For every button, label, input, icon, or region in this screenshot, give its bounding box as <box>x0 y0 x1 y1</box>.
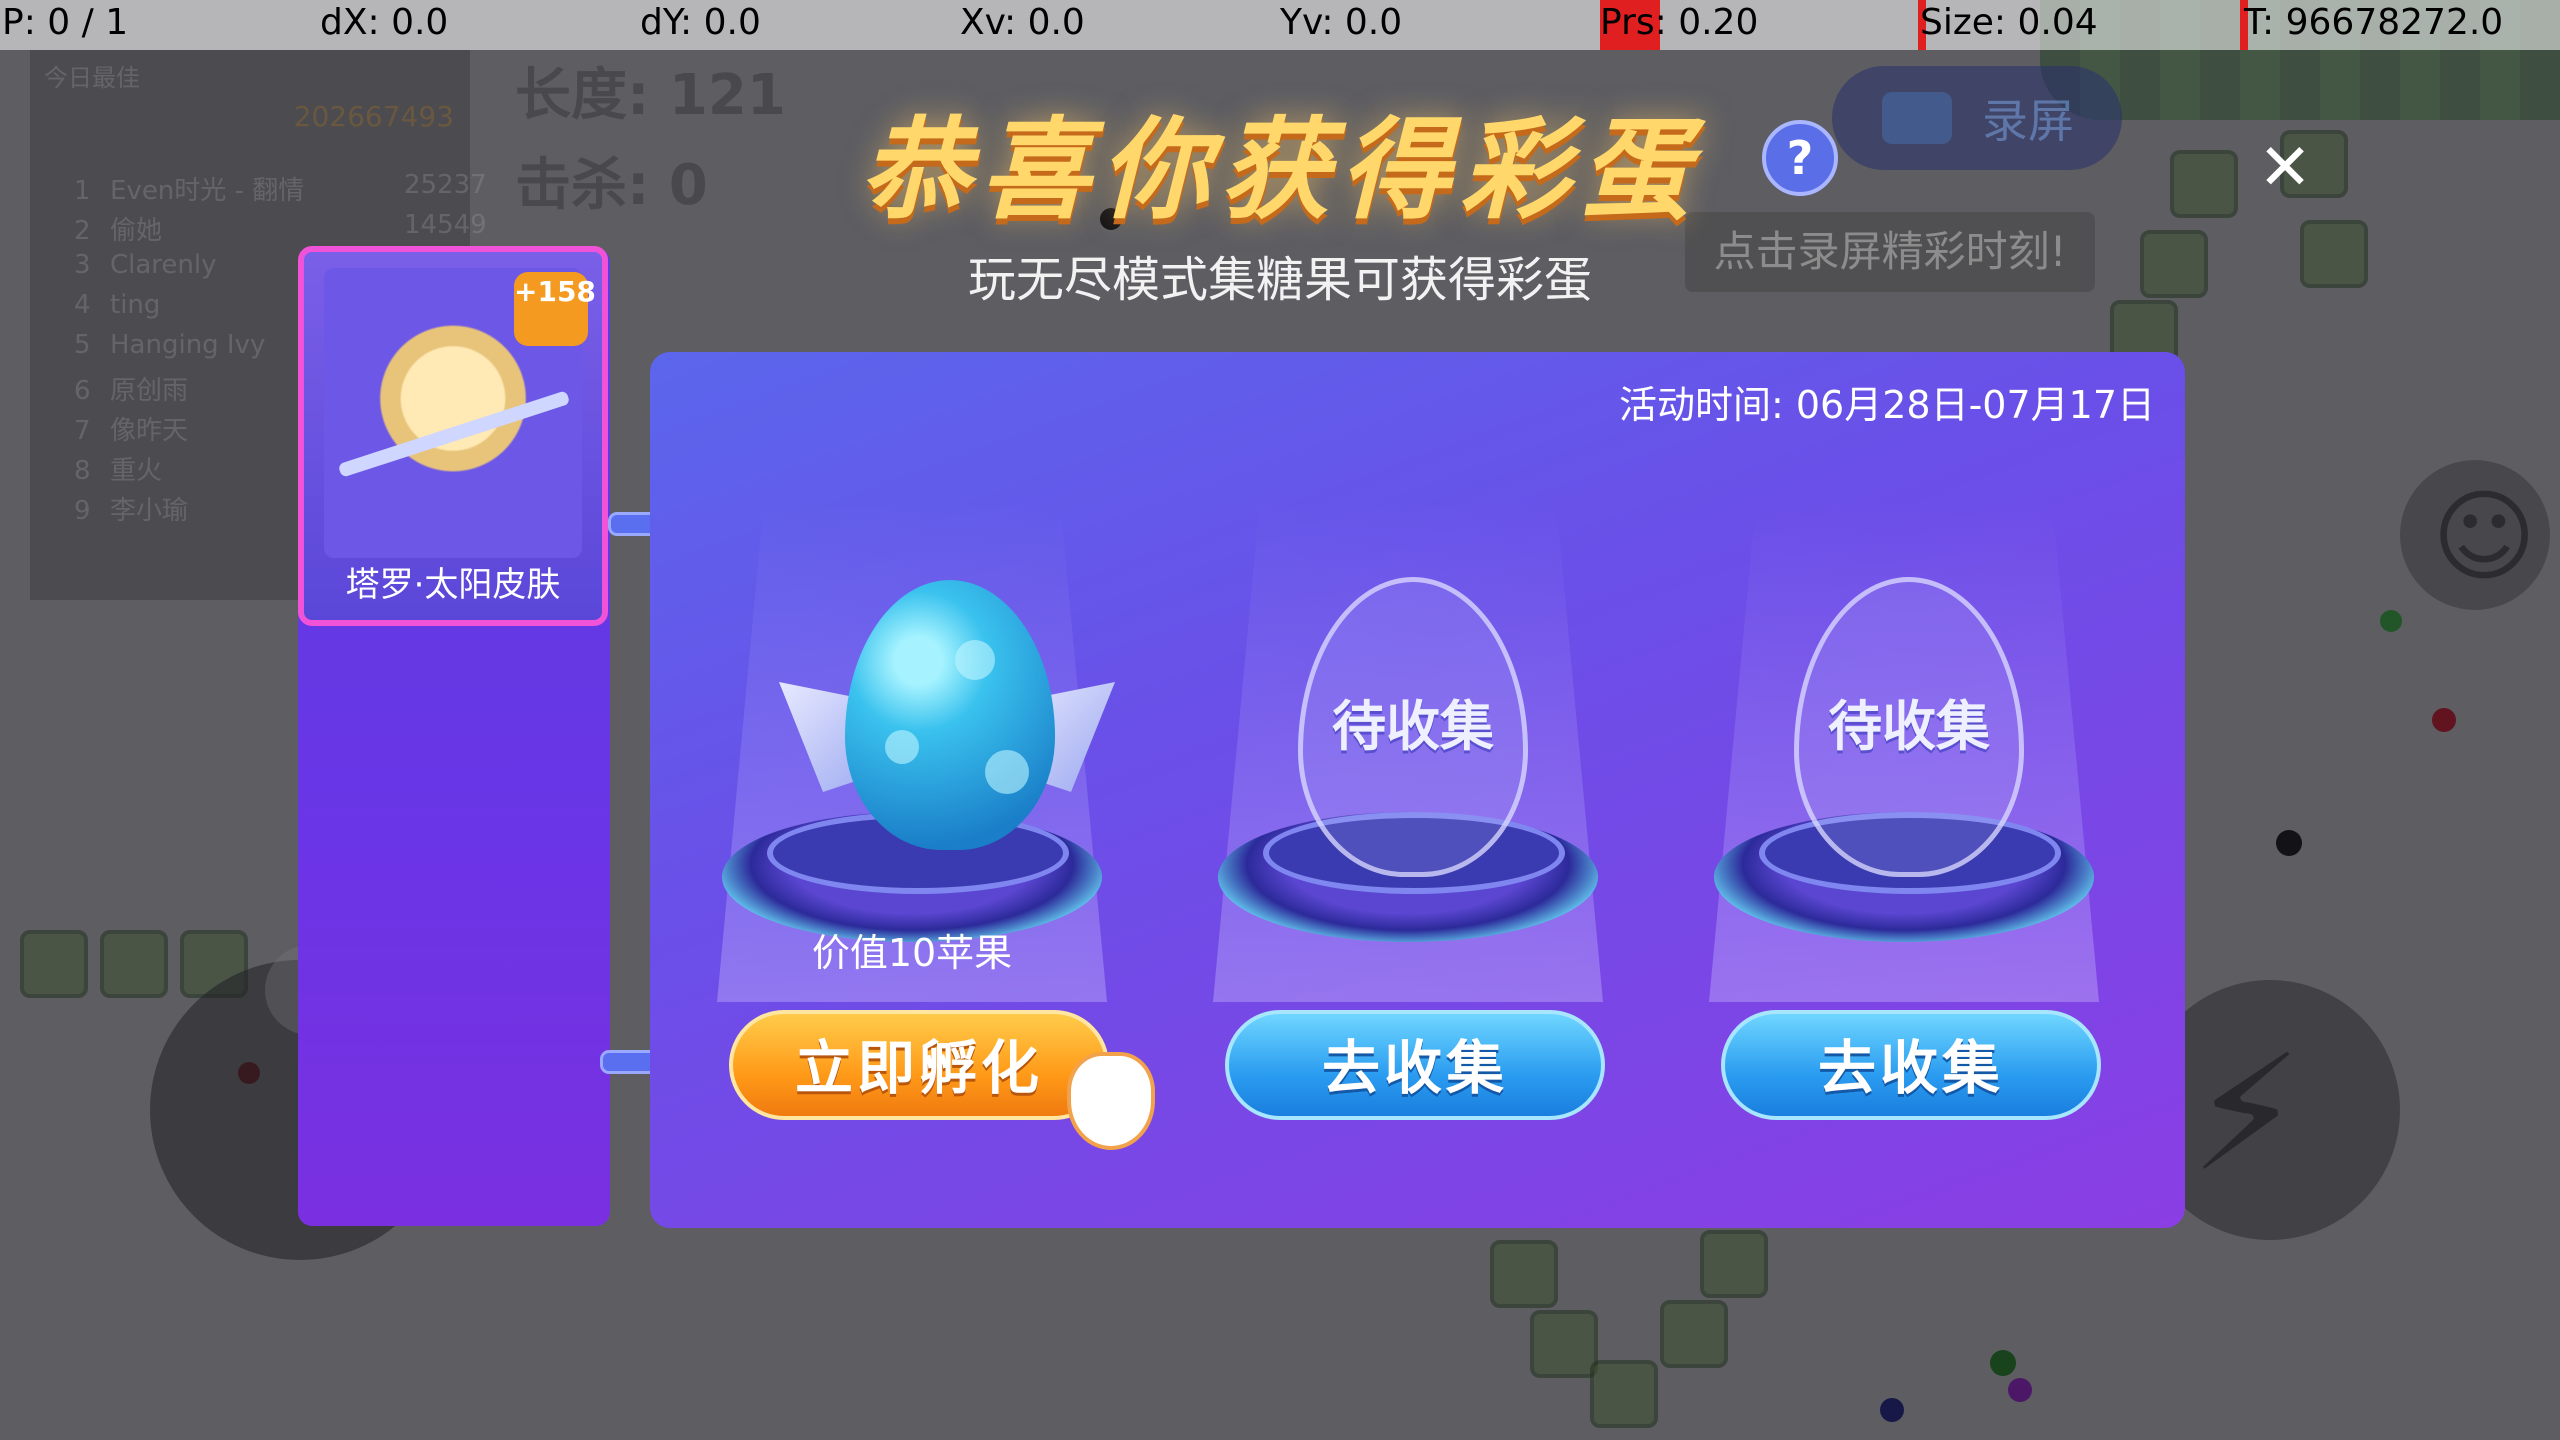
debug-yv: Yv: 0.0 <box>1280 2 1403 43</box>
reward-card[interactable]: +158 塔罗·太阳皮肤 <box>298 246 608 626</box>
debug-time: T: 96678272.0 <box>2244 2 2504 43</box>
go-collect-button[interactable]: 去收集 <box>1721 1010 2101 1120</box>
close-button[interactable]: ✕ <box>2255 136 2315 200</box>
egg-slot: 待收集 去收集 <box>1679 352 2129 1228</box>
egg-spot <box>985 750 1029 794</box>
egg-slot: 待收集 去收集 <box>1183 352 1633 1228</box>
pending-label: 待收集 <box>1828 695 1990 758</box>
egg-slot: 价值10苹果 立即孵化 <box>687 352 1155 1228</box>
debug-dy: dY: 0.0 <box>640 2 761 43</box>
hatch-now-button[interactable]: 立即孵化 <box>729 1010 1109 1120</box>
reward-label: 塔罗·太阳皮肤 <box>345 565 561 605</box>
modal-title: 恭喜你获得彩蛋 <box>860 106 1700 234</box>
debug-xv: Xv: 0.0 <box>960 2 1085 43</box>
egg-spot <box>955 640 995 680</box>
debug-size: Size: 0.04 <box>1920 2 2098 43</box>
debug-pressure: Prs: 0.20 <box>1600 2 1759 43</box>
go-collect-button[interactable]: 去收集 <box>1225 1010 1605 1120</box>
pointing-hand-icon <box>1067 1052 1155 1150</box>
pending-label: 待收集 <box>1332 695 1494 758</box>
egg-value-label: 价值10苹果 <box>811 931 1013 975</box>
debug-overlay: P: 0 / 1 dX: 0.0 dY: 0.0 Xv: 0.0 Yv: 0.0… <box>0 0 2560 50</box>
debug-pointer: P: 0 / 1 <box>2 2 129 43</box>
bonus-badge: +158 <box>514 272 596 346</box>
debug-dx: dX: 0.0 <box>320 2 449 43</box>
help-button[interactable]: ? <box>1762 120 1838 196</box>
egg-spot <box>885 730 919 764</box>
egg-collection-panel: 活动时间: 06月28日-07月17日 价值10苹果 立即孵化 待收集 去收集 … <box>650 352 2185 1228</box>
